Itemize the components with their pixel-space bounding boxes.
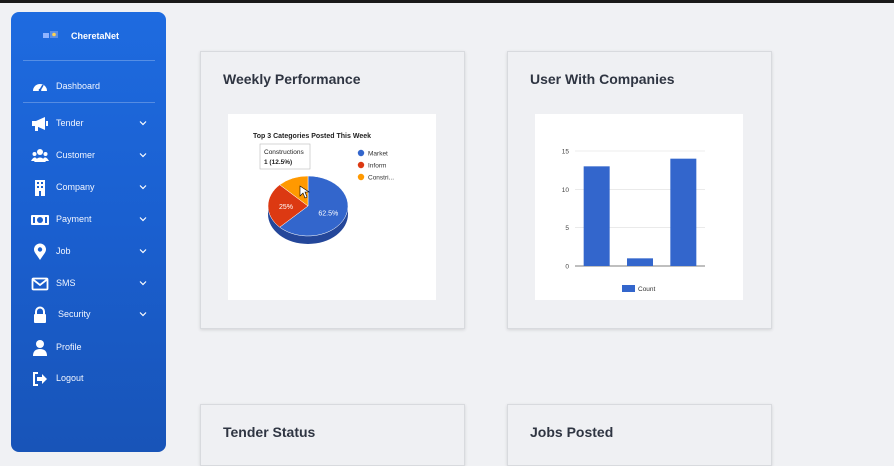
brand-logo-icon [43, 31, 58, 38]
sidebar-item-logout[interactable]: Logout [11, 367, 166, 391]
card-title: Weekly Performance [223, 71, 361, 87]
sidebar-item-customer[interactable]: Customer [11, 144, 166, 168]
legend-label: Constri... [368, 175, 394, 182]
envelope-icon [31, 277, 49, 291]
pie-chart[interactable]: Top 3 Categories Posted This Week 62.5% 25… [228, 114, 436, 300]
bar [583, 166, 610, 266]
logout-icon [33, 372, 47, 386]
sidebar-item-label: Security [58, 309, 91, 319]
legend-label: Count [638, 286, 656, 293]
bar [670, 158, 697, 266]
sidebar-item-label: Company [56, 182, 95, 192]
sidebar-item-tender[interactable]: Tender [11, 112, 166, 136]
sidebar-item-label: Profile [56, 342, 82, 352]
sidebar-item-label: Job [56, 246, 71, 256]
chevron-down-icon [139, 249, 147, 254]
sidebar-item-label: Tender [56, 118, 84, 128]
pie-chart-container: Top 3 Categories Posted This Week 62.5% 25… [228, 114, 436, 300]
weekly-performance-card: Weekly Performance Top 3 Categories Post… [200, 51, 465, 329]
building-icon [35, 180, 45, 196]
chevron-down-icon [139, 281, 147, 286]
megaphone-icon [32, 117, 48, 131]
sidebar-item-profile[interactable]: Profile [11, 336, 166, 360]
user-icon [33, 340, 47, 356]
bar-chart-container: 15 10 5 0 Count [535, 114, 743, 300]
legend-marker [622, 285, 635, 292]
legend-label: Inform [368, 163, 386, 170]
tooltip-title: Constructions [264, 149, 304, 156]
bar [627, 258, 653, 266]
sidebar: CheretaNet Dashboard Tender Customer Com… [11, 12, 166, 452]
card-title: User With Companies [530, 71, 675, 87]
chevron-down-icon [139, 217, 147, 222]
sidebar-item-payment[interactable]: Payment [11, 208, 166, 232]
jobs-posted-card: Jobs Posted [507, 404, 772, 466]
users-icon [31, 149, 49, 162]
legend-marker [357, 149, 365, 157]
chevron-down-icon [139, 312, 147, 317]
chevron-down-icon [139, 153, 147, 158]
lock-icon [34, 306, 46, 323]
sidebar-item-dashboard[interactable]: Dashboard [11, 75, 166, 99]
legend-marker [357, 173, 365, 181]
sidebar-item-label: Payment [56, 214, 92, 224]
speedometer-icon [33, 84, 47, 92]
tooltip-value: 1 (12.5%) [264, 159, 292, 166]
pie-data-label: 62.5% [318, 210, 338, 217]
card-title: Tender Status [223, 424, 316, 440]
brand[interactable]: CheretaNet [11, 12, 166, 58]
user-with-companies-card: User With Companies 15 10 5 0 Count [507, 51, 772, 329]
sidebar-item-company[interactable]: Company [11, 176, 166, 200]
tender-status-card: Tender Status [200, 404, 465, 466]
chart-title: Top 3 Categories Posted This Week [253, 133, 371, 140]
sidebar-divider [23, 102, 155, 103]
sidebar-item-label: Logout [56, 373, 84, 383]
legend-marker [357, 161, 365, 169]
sidebar-item-label: Dashboard [56, 81, 101, 91]
sidebar-item-sms[interactable]: SMS [11, 272, 166, 296]
card-title: Jobs Posted [530, 424, 614, 440]
window-top-border [0, 0, 894, 3]
map-pin-icon [34, 243, 46, 260]
sidebar-item-job[interactable]: Job [11, 240, 166, 264]
y-tick-label: 0 [565, 264, 569, 271]
sidebar-item-label: SMS [56, 278, 76, 288]
chevron-down-icon [139, 185, 147, 190]
legend-label: Market [368, 151, 388, 158]
y-tick-label: 10 [562, 187, 570, 194]
bar-chart[interactable]: 15 10 5 0 Count [535, 114, 743, 300]
pie-data-label: 25% [279, 204, 293, 211]
sidebar-divider [23, 60, 155, 61]
y-tick-label: 15 [562, 149, 570, 156]
money-icon [31, 215, 49, 225]
sidebar-item-label: Customer [56, 150, 96, 160]
chevron-down-icon [139, 121, 147, 126]
brand-name: CheretaNet [71, 31, 120, 41]
sidebar-item-security[interactable]: Security [11, 303, 166, 327]
y-tick-label: 5 [565, 225, 569, 232]
